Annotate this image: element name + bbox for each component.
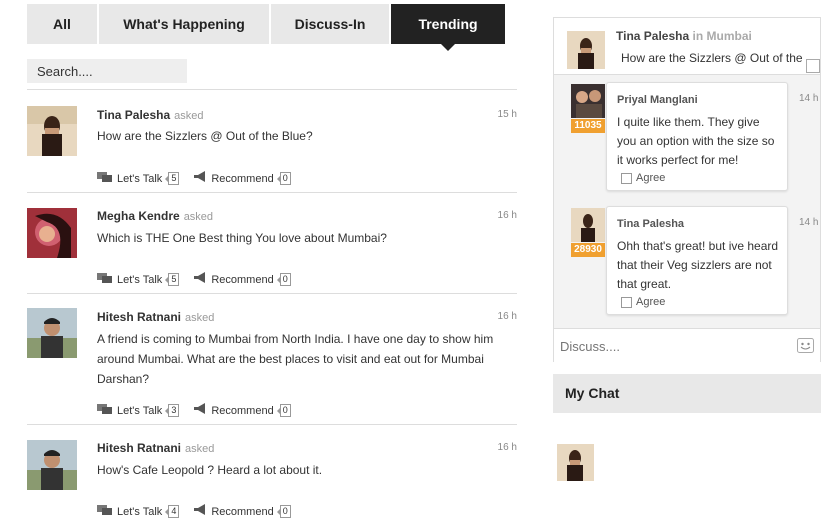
recommend-count: 0 <box>276 273 291 286</box>
avatar[interactable] <box>571 84 605 118</box>
my-chat-title: My Chat <box>565 385 620 401</box>
chat-bubbles-icon <box>97 403 113 418</box>
question-text[interactable]: How's Cafe Leopold ? Heard a lot about i… <box>97 460 507 480</box>
avatar[interactable] <box>567 31 605 69</box>
reply-text: I quite like them. They give you an opti… <box>617 115 775 167</box>
lets-talk-link[interactable]: Let's Talk <box>117 506 162 518</box>
asked-label: asked <box>174 110 204 122</box>
timestamp: 14 h <box>799 93 819 104</box>
asked-label: asked <box>183 211 214 223</box>
location-label: Mumbai <box>706 29 752 43</box>
location-prefix: in <box>692 29 704 43</box>
recommend-link[interactable]: Recommend <box>211 506 273 518</box>
author-name[interactable]: Hitesh Ratnani asked <box>97 310 214 324</box>
panel-question: How are the Sizzlers @ Out of the <box>621 51 803 65</box>
item-actions: Let's Talk 3 Recommend 0 <box>97 403 291 418</box>
feed-item: Megha Kendre asked 16 h Which is THE One … <box>27 193 517 294</box>
smiley-icon[interactable] <box>797 338 814 356</box>
panel-author[interactable]: Tina Palesha in Mumbai <box>616 29 752 43</box>
talk-count: 5 <box>165 172 180 185</box>
question-text[interactable]: A friend is coming to Mumbai from North … <box>97 329 512 389</box>
reputation-badge: 28930 <box>571 243 605 257</box>
recommend-count: 0 <box>276 172 291 185</box>
tab-trending[interactable]: Trending <box>391 4 505 51</box>
timestamp: 14 h <box>799 217 819 228</box>
lets-talk-link[interactable]: Let's Talk <box>117 173 162 185</box>
tab-bar: All What's Happening Discuss-In Trending <box>27 4 505 51</box>
feed-item: Tina Palesha asked 15 h How are the Sizzl… <box>27 90 517 193</box>
chat-bubbles-icon <box>97 272 113 287</box>
agree-checkbox[interactable] <box>621 172 632 184</box>
reply-author[interactable]: Priyal Manglani <box>617 94 698 106</box>
discuss-input[interactable] <box>554 329 797 363</box>
talk-count: 5 <box>165 273 180 286</box>
avatar[interactable] <box>27 208 77 258</box>
tab-whats-happening[interactable]: What's Happening <box>99 4 269 44</box>
feed-item: Hitesh Ratnani asked 16 h A friend is com… <box>27 294 517 425</box>
chat-bubbles-icon <box>97 171 113 186</box>
item-actions: Let's Talk 5 Recommend 0 <box>97 171 291 186</box>
megaphone-icon <box>193 504 207 519</box>
asked-label: asked <box>185 443 215 455</box>
agree-control[interactable]: Agree <box>621 172 665 184</box>
recommend-count: 0 <box>276 505 291 518</box>
talk-count: 4 <box>165 505 180 518</box>
panel-header: Tina Palesha in Mumbai How are the Sizzl… <box>554 18 820 75</box>
author-name[interactable]: Hitesh Ratnani asked <box>97 441 214 455</box>
reply-text: Ohh that's great! but ive heard that the… <box>617 239 779 291</box>
lets-talk-link[interactable]: Let's Talk <box>117 405 162 417</box>
megaphone-icon <box>193 403 207 418</box>
avatar[interactable] <box>27 440 77 490</box>
feed-item: Hitesh Ratnani asked 16 h How's Cafe Leop… <box>27 425 517 525</box>
recommend-link[interactable]: Recommend <box>211 173 273 185</box>
reputation-badge: 11035 <box>571 119 605 133</box>
agree-control[interactable]: Agree <box>621 296 665 308</box>
discuss-bar <box>554 328 820 363</box>
question-text[interactable]: Which is THE One Best thing You love abo… <box>97 228 507 248</box>
reply-card: Priyal Manglani I quite like them. They … <box>606 82 788 191</box>
search-input[interactable] <box>27 59 187 83</box>
item-actions: Let's Talk 5 Recommend 0 <box>97 272 291 287</box>
talk-count: 3 <box>165 404 180 417</box>
author-name[interactable]: Megha Kendre asked <box>97 209 213 223</box>
timestamp: 15 h <box>497 109 517 120</box>
lets-talk-link[interactable]: Let's Talk <box>117 274 162 286</box>
avatar[interactable] <box>571 208 605 242</box>
agree-checkbox[interactable] <box>621 296 632 308</box>
timestamp: 16 h <box>497 442 517 453</box>
tab-all[interactable]: All <box>27 4 97 44</box>
reply-card: Tina Palesha Ohh that's great! but ive h… <box>606 206 788 315</box>
reply-author[interactable]: Tina Palesha <box>617 218 684 230</box>
asked-label: asked <box>185 312 215 324</box>
avatar[interactable] <box>27 308 77 358</box>
tab-discuss-in[interactable]: Discuss-In <box>271 4 389 44</box>
megaphone-icon <box>193 272 207 287</box>
expand-checkbox[interactable] <box>806 59 820 73</box>
recommend-link[interactable]: Recommend <box>211 405 273 417</box>
item-actions: Let's Talk 4 Recommend 0 <box>97 504 291 519</box>
recommend-count: 0 <box>276 404 291 417</box>
chat-bubbles-icon <box>97 504 113 519</box>
timestamp: 16 h <box>497 210 517 221</box>
megaphone-icon <box>193 171 207 186</box>
recommend-link[interactable]: Recommend <box>211 274 273 286</box>
timestamp: 16 h <box>497 311 517 322</box>
discussion-panel: Tina Palesha in Mumbai How are the Sizzl… <box>553 17 821 363</box>
question-text[interactable]: How are the Sizzlers @ Out of the Blue? <box>97 126 507 146</box>
author-name[interactable]: Tina Palesha asked <box>97 108 204 122</box>
chat-avatar[interactable] <box>557 444 594 481</box>
avatar[interactable] <box>27 106 77 156</box>
my-chat-header[interactable]: My Chat <box>553 374 821 413</box>
